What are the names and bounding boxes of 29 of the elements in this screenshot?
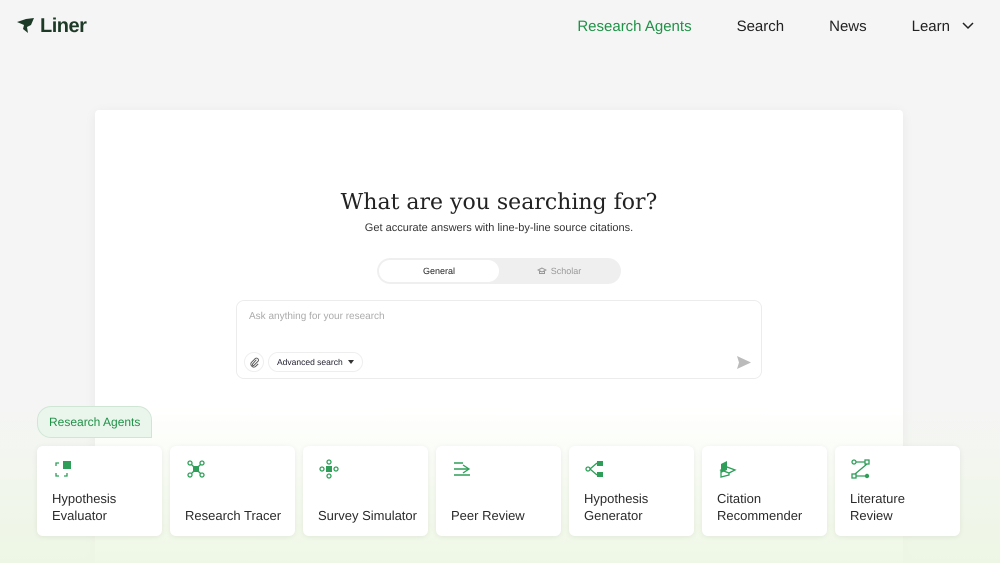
agent-card[interactable]: Literature Review (835, 446, 960, 536)
logo-text[interactable]: Liner (40, 14, 86, 38)
panels-icon (717, 458, 739, 480)
search-box[interactable]: Ask anything for your research Advanced search (236, 300, 762, 379)
agent-card[interactable]: Peer Review (436, 446, 561, 536)
page-heading: What are you searching for? (340, 190, 658, 215)
section-tag: Research Agents (37, 406, 152, 438)
nav-link[interactable]: Learn (912, 18, 974, 34)
agent-card[interactable]: Hypothesis Generator (569, 446, 694, 536)
caret-icon (348, 360, 354, 364)
agent-card[interactable]: Research Tracer (170, 446, 295, 536)
send-icon (737, 356, 751, 368)
logo-icon (17, 18, 35, 34)
agent-card[interactable]: Survey Simulator (303, 446, 428, 536)
flow-icon (850, 458, 872, 480)
subtitle: Get accurate answers with line-by-line source citations. (364, 222, 634, 234)
mode-tab[interactable]: General (379, 260, 499, 282)
nav-link[interactable]: Search (736, 18, 784, 34)
advanced-search-dropdown[interactable]: Advanced search (268, 352, 363, 372)
agent-card[interactable]: Citation Recommender (702, 446, 827, 536)
branch-icon (584, 458, 606, 480)
paperclip-icon (248, 356, 260, 368)
graduation-cap-icon (536, 267, 547, 275)
nav-link[interactable]: News (829, 18, 867, 34)
nodes-icon (318, 458, 340, 480)
attach-button[interactable] (244, 352, 264, 372)
nav-link[interactable]: Research Agents (577, 18, 692, 34)
network-icon (185, 458, 207, 480)
agent-card[interactable]: Hypothesis Evaluator (37, 446, 162, 536)
